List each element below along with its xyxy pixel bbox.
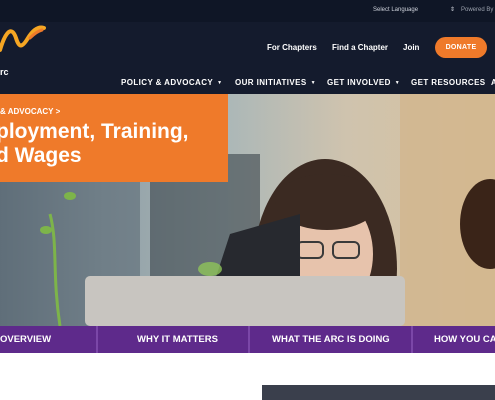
page-title: ployment, Training, d Wages bbox=[0, 120, 228, 168]
utility-bar: Select Language ⇕ Powered By bbox=[0, 0, 495, 22]
nav-get-involved[interactable]: GET INVOLVED ▼ bbox=[327, 78, 400, 87]
tab-why-it-matters[interactable]: WHY IT MATTERS bbox=[137, 326, 218, 353]
logo-icon[interactable] bbox=[0, 22, 48, 67]
breadcrumb[interactable]: & ADVOCACY > bbox=[0, 107, 60, 116]
link-for-chapters[interactable]: For Chapters bbox=[267, 43, 317, 52]
nav-our-initiatives[interactable]: OUR INITIATIVES ▼ bbox=[235, 78, 316, 87]
powered-by-label: Powered By bbox=[461, 7, 494, 13]
nav-overflow-item[interactable]: A bbox=[491, 78, 495, 87]
nav-label: POLICY & ADVOCACY bbox=[121, 78, 214, 87]
nav-label: OUR INITIATIVES bbox=[235, 78, 307, 87]
hero-title-panel: & ADVOCACY > ployment, Training, d Wages bbox=[0, 94, 228, 182]
site-header: rc For Chapters Find a Chapter Join DONA… bbox=[0, 22, 495, 94]
link-join[interactable]: Join bbox=[403, 43, 419, 52]
donate-button[interactable]: DONATE bbox=[435, 37, 487, 58]
link-find-a-chapter[interactable]: Find a Chapter bbox=[332, 43, 388, 52]
nav-policy-advocacy[interactable]: POLICY & ADVOCACY ▼ bbox=[121, 78, 223, 87]
select-arrows-icon[interactable]: ⇕ bbox=[450, 6, 455, 13]
nav-get-resources[interactable]: GET RESOURCES bbox=[411, 78, 486, 87]
tab-divider bbox=[411, 326, 413, 353]
tab-what-the-arc-is-doing[interactable]: WHAT THE ARC IS DOING bbox=[272, 326, 390, 353]
logo-text: rc bbox=[0, 67, 9, 77]
breadcrumb-item[interactable]: & ADVOCACY bbox=[0, 107, 53, 116]
page-title-line-1: ployment, Training, bbox=[0, 120, 189, 143]
page-title-line-2: d Wages bbox=[0, 144, 82, 167]
tab-overview[interactable]: OVERVIEW bbox=[0, 326, 51, 353]
chevron-down-icon: ▼ bbox=[217, 79, 223, 86]
breadcrumb-separator-icon: > bbox=[55, 107, 61, 116]
chevron-down-icon: ▼ bbox=[310, 79, 316, 86]
nav-label: GET INVOLVED bbox=[327, 78, 391, 87]
chevron-down-icon: ▼ bbox=[394, 79, 401, 86]
hero-banner: & ADVOCACY > ployment, Training, d Wages bbox=[0, 94, 495, 326]
tab-divider bbox=[96, 326, 98, 353]
section-tabs: OVERVIEW WHY IT MATTERS WHAT THE ARC IS … bbox=[0, 326, 495, 353]
content-image-preview bbox=[262, 385, 495, 400]
tab-divider bbox=[248, 326, 250, 353]
tab-how-you-can-help[interactable]: HOW YOU CA bbox=[434, 326, 495, 353]
language-select[interactable]: Select Language bbox=[373, 7, 418, 13]
